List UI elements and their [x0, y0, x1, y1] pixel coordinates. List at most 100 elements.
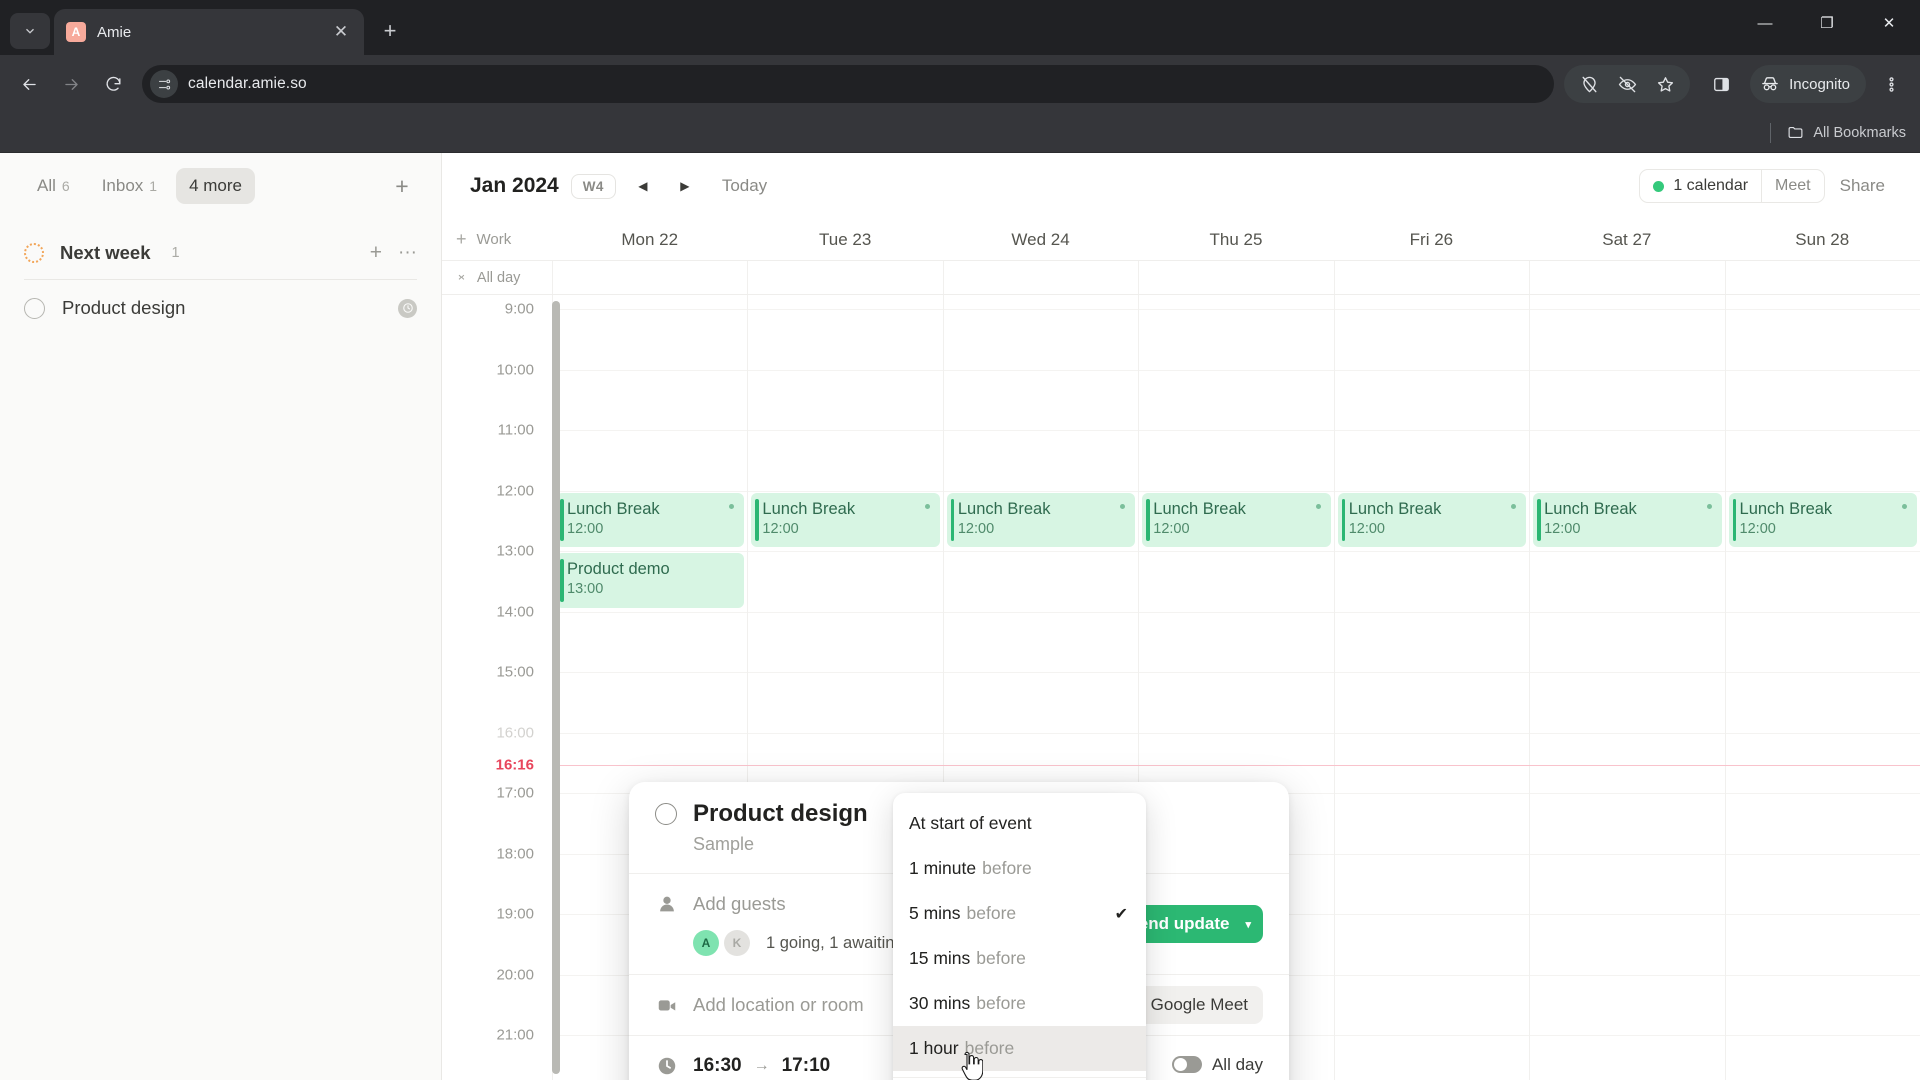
incognito-badge[interactable]: Incognito: [1750, 65, 1866, 103]
today-button[interactable]: Today: [712, 171, 777, 201]
browser-tab[interactable]: A Amie ✕: [54, 9, 364, 55]
week-pill[interactable]: W4: [570, 173, 616, 199]
all-day-cell[interactable]: [1138, 261, 1333, 294]
reminder-option-0[interactable]: At start of event: [893, 801, 1146, 846]
day-column[interactable]: Lunch Break 12:00: [1333, 295, 1530, 1080]
calendar-event[interactable]: Lunch Break 12:00: [1533, 492, 1722, 547]
back-arrow-icon[interactable]: [10, 65, 48, 103]
sidebar-tab-more-label: 4 more: [189, 176, 243, 195]
calendar-event[interactable]: Lunch Break 12:00: [751, 492, 940, 547]
tab-search-button[interactable]: [10, 13, 50, 49]
add-location-input[interactable]: Add location or room: [693, 994, 864, 1016]
sidebar-tab-inbox[interactable]: Inbox 1: [89, 168, 170, 204]
hour-gridline: [1725, 430, 1920, 431]
close-icon[interactable]: ✕: [330, 21, 352, 43]
collapse-icon[interactable]: ⌄ ⌃: [456, 267, 467, 287]
address-bar[interactable]: calendar.amie.so: [142, 65, 1555, 103]
reminder-option-3[interactable]: 15 mins before: [893, 936, 1146, 981]
reload-icon[interactable]: [94, 65, 132, 103]
hour-gridline: [553, 551, 748, 552]
reminder-option-4[interactable]: 30 mins before: [893, 981, 1146, 1026]
url-text: calendar.amie.so: [188, 75, 307, 92]
toggle-switch[interactable]: [1171, 1056, 1202, 1073]
avatar[interactable]: K: [724, 930, 750, 956]
all-day-cell[interactable]: [1333, 261, 1529, 294]
arrow-right-icon: →: [753, 1057, 770, 1074]
add-calendar-icon[interactable]: +: [456, 229, 467, 250]
day-header-fri[interactable]: Fri 26: [1334, 219, 1529, 260]
add-guests-input[interactable]: Add guests: [693, 893, 786, 915]
event-status-dot: [1120, 503, 1126, 509]
work-label[interactable]: Work: [477, 231, 512, 248]
hour-gridline: [1530, 611, 1725, 613]
prev-week-icon[interactable]: ◀: [628, 171, 658, 201]
calendar-event[interactable]: Lunch Break 12:00: [1142, 492, 1331, 547]
all-day-cell[interactable]: [552, 261, 747, 294]
close-window-icon[interactable]: ✕: [1858, 0, 1920, 46]
sidebar-add-button[interactable]: +: [387, 171, 417, 201]
day-column[interactable]: Lunch Break 12:00: [1529, 295, 1725, 1080]
hour-gridline: [1139, 309, 1334, 310]
location-blocked-icon[interactable]: [1570, 65, 1608, 103]
day-column[interactable]: Lunch Break 12:00: [1724, 295, 1920, 1080]
calendar-selector-button[interactable]: 1 calendar: [1640, 170, 1761, 202]
reminder-option-2[interactable]: 5 mins before ✔: [893, 891, 1146, 936]
event-complete-checkbox[interactable]: [655, 803, 677, 825]
reminder-option-label: At start of event: [909, 813, 1032, 833]
sidebar-tab-more[interactable]: 4 more: [176, 168, 256, 204]
all-day-cell[interactable]: [942, 261, 1138, 294]
reminder-option-5[interactable]: 1 hour before: [893, 1026, 1146, 1071]
day-header-sun[interactable]: Sun 28: [1725, 219, 1920, 260]
clock-icon[interactable]: [398, 298, 417, 318]
star-icon[interactable]: [1646, 65, 1684, 103]
sidebar-group-more-button[interactable]: ···: [398, 242, 417, 264]
calendar-event[interactable]: Lunch Break 12:00: [946, 492, 1136, 547]
calendar-event[interactable]: Lunch Break 12:00: [1337, 492, 1527, 547]
new-tab-button[interactable]: +: [372, 13, 408, 49]
event-start-time[interactable]: 16:30: [693, 1055, 742, 1077]
sidebar-group-header[interactable]: Next week 1 + ···: [24, 229, 417, 279]
event-time-range[interactable]: 16:30 → 17:10: [693, 1055, 830, 1077]
browser-toolbar: calendar.amie.so Incognito: [0, 55, 1920, 113]
event-end-time[interactable]: 17:10: [782, 1055, 831, 1077]
chevron-down-icon[interactable]: ▾: [1241, 918, 1263, 931]
three-dot-menu-icon[interactable]: [1872, 65, 1910, 103]
calendar-event[interactable]: Lunch Break 12:00: [1728, 492, 1917, 547]
meet-button[interactable]: Meet: [1761, 170, 1824, 202]
share-button[interactable]: Share: [1827, 169, 1898, 203]
sidebar-tab-all-count: 6: [61, 178, 70, 194]
event-title[interactable]: Product design: [693, 800, 868, 828]
hour-gridline: [1725, 853, 1920, 855]
hour-gridline: [1725, 611, 1920, 613]
sidebar-group-add-button[interactable]: +: [370, 241, 382, 265]
day-header-thu[interactable]: Thu 25: [1138, 219, 1333, 260]
calendar-event[interactable]: Product demo 13:00: [556, 553, 745, 608]
reminder-option-1[interactable]: 1 minute before: [893, 846, 1146, 891]
day-header-mon[interactable]: Mon 22: [552, 219, 747, 260]
hour-gridline: [1334, 490, 1530, 492]
day-header-sat[interactable]: Sat 27: [1529, 219, 1724, 260]
page-settings-icon[interactable]: [150, 70, 178, 98]
all-day-toggle[interactable]: All day: [1171, 1055, 1263, 1075]
all-bookmarks-label[interactable]: All Bookmarks: [1813, 125, 1906, 141]
calendar-header-actions: 1 calendar Meet Share: [1639, 169, 1898, 203]
day-header-tue[interactable]: Tue 23: [747, 219, 942, 260]
eye-off-icon[interactable]: [1608, 65, 1646, 103]
next-week-icon[interactable]: ▶: [670, 171, 700, 201]
maximize-icon[interactable]: ❐: [1796, 0, 1858, 46]
sidebar-tab-all[interactable]: All 6: [24, 168, 83, 204]
list-item[interactable]: Product design: [24, 280, 417, 319]
all-day-cell[interactable]: [1529, 261, 1724, 294]
all-day-cell[interactable]: [1724, 261, 1920, 294]
side-panel-icon[interactable]: [1702, 65, 1740, 103]
avatar[interactable]: A: [693, 930, 719, 956]
forward-arrow-icon[interactable]: [52, 65, 90, 103]
vertical-scrollbar[interactable]: [552, 301, 560, 1074]
hour-gridline: [553, 369, 748, 371]
minimize-icon[interactable]: —: [1734, 0, 1796, 46]
calendar-event[interactable]: Lunch Break 12:00: [556, 492, 745, 547]
all-day-cell[interactable]: [747, 261, 942, 294]
time-options-area: All day Repeat: [1171, 1055, 1263, 1080]
day-header-wed[interactable]: Wed 24: [943, 219, 1138, 260]
task-checkbox[interactable]: [24, 297, 45, 319]
